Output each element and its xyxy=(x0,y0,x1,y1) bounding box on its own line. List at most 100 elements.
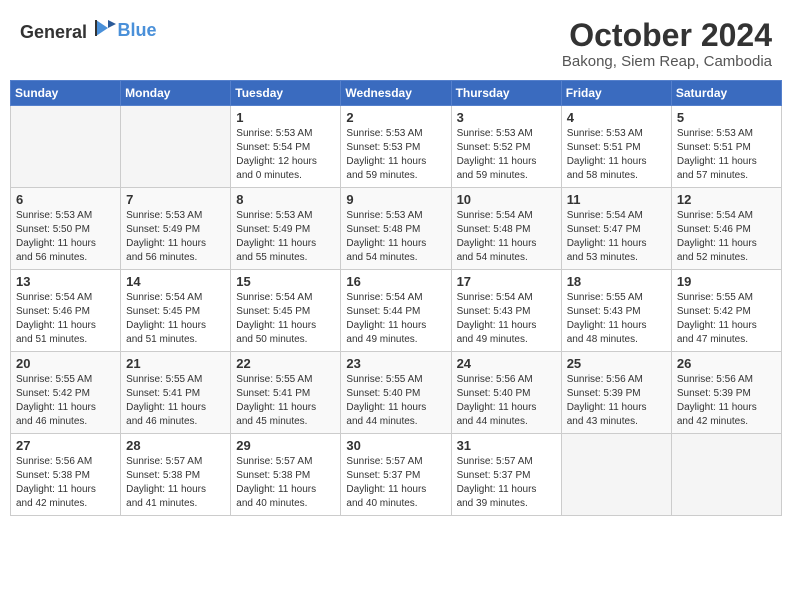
calendar-cell: 4 Sunrise: 5:53 AMSunset: 5:51 PMDayligh… xyxy=(561,106,671,188)
day-number: 18 xyxy=(567,274,666,289)
day-number: 24 xyxy=(457,356,556,371)
calendar-header-row: SundayMondayTuesdayWednesdayThursdayFrid… xyxy=(11,81,782,106)
calendar-cell: 19 Sunrise: 5:55 AMSunset: 5:42 PMDaylig… xyxy=(671,270,781,352)
calendar-cell: 1 Sunrise: 5:53 AMSunset: 5:54 PMDayligh… xyxy=(231,106,341,188)
day-number: 31 xyxy=(457,438,556,453)
day-number: 13 xyxy=(16,274,115,289)
cell-info: Sunrise: 5:55 AMSunset: 5:42 PMDaylight:… xyxy=(677,291,776,347)
calendar-cell xyxy=(121,106,231,188)
day-number: 5 xyxy=(677,110,776,125)
calendar-cell: 25 Sunrise: 5:56 AMSunset: 5:39 PMDaylig… xyxy=(561,352,671,434)
cell-info: Sunrise: 5:57 AMSunset: 5:37 PMDaylight:… xyxy=(457,455,556,511)
cell-info: Sunrise: 5:56 AMSunset: 5:39 PMDaylight:… xyxy=(567,373,666,429)
calendar-table: SundayMondayTuesdayWednesdayThursdayFrid… xyxy=(10,80,782,516)
calendar-cell: 6 Sunrise: 5:53 AMSunset: 5:50 PMDayligh… xyxy=(11,188,121,270)
day-number: 10 xyxy=(457,192,556,207)
day-number: 22 xyxy=(236,356,335,371)
month-title: October 2024 xyxy=(562,18,772,53)
day-number: 3 xyxy=(457,110,556,125)
day-number: 19 xyxy=(677,274,776,289)
cell-info: Sunrise: 5:53 AMSunset: 5:54 PMDaylight:… xyxy=(236,127,335,183)
day-number: 6 xyxy=(16,192,115,207)
cell-info: Sunrise: 5:53 AMSunset: 5:51 PMDaylight:… xyxy=(567,127,666,183)
cell-info: Sunrise: 5:54 AMSunset: 5:46 PMDaylight:… xyxy=(677,209,776,265)
calendar-week-row: 20 Sunrise: 5:55 AMSunset: 5:42 PMDaylig… xyxy=(11,352,782,434)
day-number: 17 xyxy=(457,274,556,289)
location-title: Bakong, Siem Reap, Cambodia xyxy=(562,53,772,70)
calendar-cell: 23 Sunrise: 5:55 AMSunset: 5:40 PMDaylig… xyxy=(341,352,451,434)
day-number: 30 xyxy=(346,438,445,453)
day-number: 7 xyxy=(126,192,225,207)
logo-general: General xyxy=(20,22,87,42)
day-number: 21 xyxy=(126,356,225,371)
calendar-cell: 27 Sunrise: 5:56 AMSunset: 5:38 PMDaylig… xyxy=(11,434,121,516)
calendar-cell: 16 Sunrise: 5:54 AMSunset: 5:44 PMDaylig… xyxy=(341,270,451,352)
calendar-cell: 29 Sunrise: 5:57 AMSunset: 5:38 PMDaylig… xyxy=(231,434,341,516)
day-header-thursday: Thursday xyxy=(451,81,561,106)
day-number: 14 xyxy=(126,274,225,289)
cell-info: Sunrise: 5:53 AMSunset: 5:49 PMDaylight:… xyxy=(126,209,225,265)
day-header-friday: Friday xyxy=(561,81,671,106)
calendar-week-row: 27 Sunrise: 5:56 AMSunset: 5:38 PMDaylig… xyxy=(11,434,782,516)
day-number: 23 xyxy=(346,356,445,371)
cell-info: Sunrise: 5:53 AMSunset: 5:53 PMDaylight:… xyxy=(346,127,445,183)
day-number: 27 xyxy=(16,438,115,453)
cell-info: Sunrise: 5:54 AMSunset: 5:44 PMDaylight:… xyxy=(346,291,445,347)
day-number: 26 xyxy=(677,356,776,371)
calendar-cell: 3 Sunrise: 5:53 AMSunset: 5:52 PMDayligh… xyxy=(451,106,561,188)
cell-info: Sunrise: 5:53 AMSunset: 5:52 PMDaylight:… xyxy=(457,127,556,183)
cell-info: Sunrise: 5:53 AMSunset: 5:49 PMDaylight:… xyxy=(236,209,335,265)
calendar-cell: 2 Sunrise: 5:53 AMSunset: 5:53 PMDayligh… xyxy=(341,106,451,188)
page-header: General Blue October 2024 Bakong, Siem R… xyxy=(10,10,782,74)
calendar-cell: 9 Sunrise: 5:53 AMSunset: 5:48 PMDayligh… xyxy=(341,188,451,270)
cell-info: Sunrise: 5:54 AMSunset: 5:46 PMDaylight:… xyxy=(16,291,115,347)
calendar-cell xyxy=(11,106,121,188)
calendar-cell: 14 Sunrise: 5:54 AMSunset: 5:45 PMDaylig… xyxy=(121,270,231,352)
day-number: 20 xyxy=(16,356,115,371)
cell-info: Sunrise: 5:53 AMSunset: 5:51 PMDaylight:… xyxy=(677,127,776,183)
calendar-cell: 20 Sunrise: 5:55 AMSunset: 5:42 PMDaylig… xyxy=(11,352,121,434)
day-number: 12 xyxy=(677,192,776,207)
day-number: 25 xyxy=(567,356,666,371)
calendar-cell: 21 Sunrise: 5:55 AMSunset: 5:41 PMDaylig… xyxy=(121,352,231,434)
day-number: 1 xyxy=(236,110,335,125)
cell-info: Sunrise: 5:54 AMSunset: 5:47 PMDaylight:… xyxy=(567,209,666,265)
calendar-cell: 15 Sunrise: 5:54 AMSunset: 5:45 PMDaylig… xyxy=(231,270,341,352)
calendar-cell: 17 Sunrise: 5:54 AMSunset: 5:43 PMDaylig… xyxy=(451,270,561,352)
day-header-saturday: Saturday xyxy=(671,81,781,106)
cell-info: Sunrise: 5:53 AMSunset: 5:48 PMDaylight:… xyxy=(346,209,445,265)
calendar-cell: 13 Sunrise: 5:54 AMSunset: 5:46 PMDaylig… xyxy=(11,270,121,352)
logo-blue: Blue xyxy=(118,20,157,40)
cell-info: Sunrise: 5:53 AMSunset: 5:50 PMDaylight:… xyxy=(16,209,115,265)
calendar-cell: 5 Sunrise: 5:53 AMSunset: 5:51 PMDayligh… xyxy=(671,106,781,188)
cell-info: Sunrise: 5:55 AMSunset: 5:43 PMDaylight:… xyxy=(567,291,666,347)
calendar-cell: 24 Sunrise: 5:56 AMSunset: 5:40 PMDaylig… xyxy=(451,352,561,434)
day-number: 28 xyxy=(126,438,225,453)
calendar-cell: 12 Sunrise: 5:54 AMSunset: 5:46 PMDaylig… xyxy=(671,188,781,270)
day-number: 2 xyxy=(346,110,445,125)
cell-info: Sunrise: 5:55 AMSunset: 5:40 PMDaylight:… xyxy=(346,373,445,429)
calendar-cell: 30 Sunrise: 5:57 AMSunset: 5:37 PMDaylig… xyxy=(341,434,451,516)
calendar-cell: 10 Sunrise: 5:54 AMSunset: 5:48 PMDaylig… xyxy=(451,188,561,270)
day-number: 4 xyxy=(567,110,666,125)
day-header-monday: Monday xyxy=(121,81,231,106)
calendar-cell: 7 Sunrise: 5:53 AMSunset: 5:49 PMDayligh… xyxy=(121,188,231,270)
calendar-cell xyxy=(561,434,671,516)
day-header-wednesday: Wednesday xyxy=(341,81,451,106)
cell-info: Sunrise: 5:54 AMSunset: 5:43 PMDaylight:… xyxy=(457,291,556,347)
cell-info: Sunrise: 5:57 AMSunset: 5:38 PMDaylight:… xyxy=(236,455,335,511)
calendar-cell xyxy=(671,434,781,516)
day-number: 16 xyxy=(346,274,445,289)
day-number: 9 xyxy=(346,192,445,207)
cell-info: Sunrise: 5:54 AMSunset: 5:45 PMDaylight:… xyxy=(236,291,335,347)
calendar-week-row: 13 Sunrise: 5:54 AMSunset: 5:46 PMDaylig… xyxy=(11,270,782,352)
day-number: 15 xyxy=(236,274,335,289)
calendar-cell: 8 Sunrise: 5:53 AMSunset: 5:49 PMDayligh… xyxy=(231,188,341,270)
calendar-week-row: 6 Sunrise: 5:53 AMSunset: 5:50 PMDayligh… xyxy=(11,188,782,270)
calendar-cell: 28 Sunrise: 5:57 AMSunset: 5:38 PMDaylig… xyxy=(121,434,231,516)
cell-info: Sunrise: 5:55 AMSunset: 5:41 PMDaylight:… xyxy=(236,373,335,429)
calendar-week-row: 1 Sunrise: 5:53 AMSunset: 5:54 PMDayligh… xyxy=(11,106,782,188)
calendar-cell: 22 Sunrise: 5:55 AMSunset: 5:41 PMDaylig… xyxy=(231,352,341,434)
cell-info: Sunrise: 5:55 AMSunset: 5:42 PMDaylight:… xyxy=(16,373,115,429)
logo: General Blue xyxy=(20,18,157,43)
